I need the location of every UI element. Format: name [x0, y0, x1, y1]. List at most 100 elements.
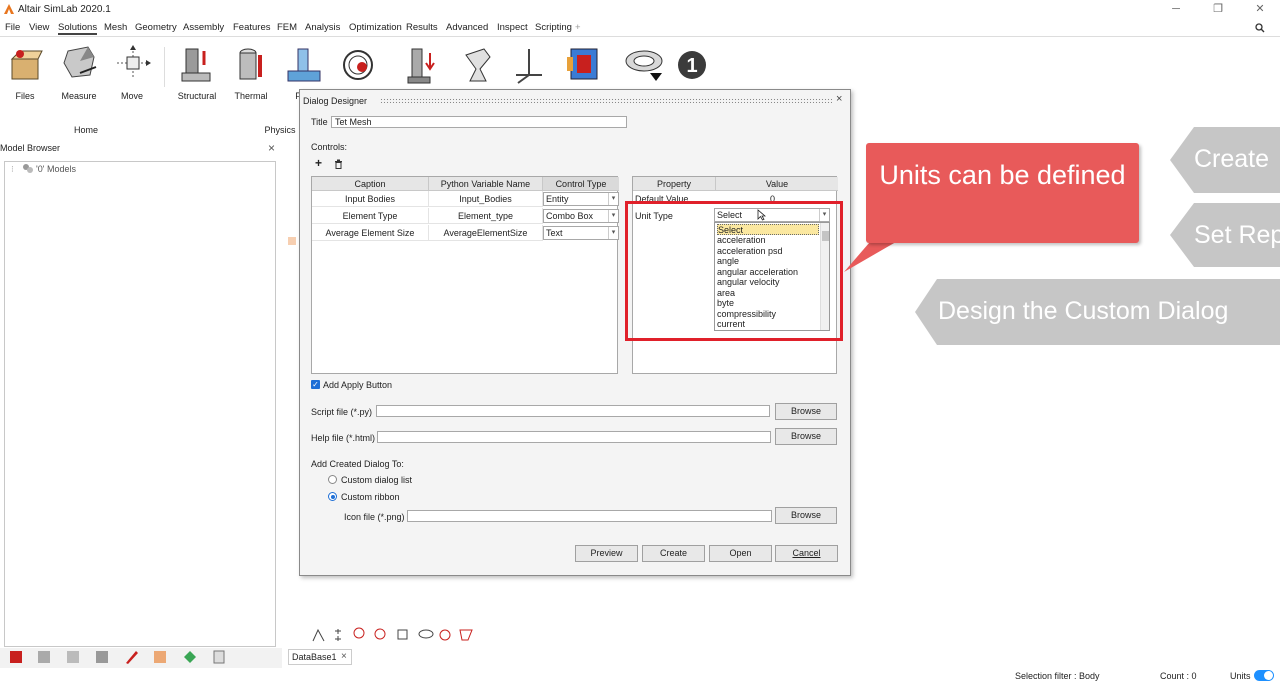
menu-fem[interactable]: FEM [277, 22, 297, 33]
icon-file-input[interactable] [407, 510, 772, 522]
restore-icon[interactable]: ❐ [1206, 2, 1230, 16]
constraint-icon[interactable] [458, 45, 496, 87]
add-control-icon[interactable]: + [315, 156, 322, 170]
title-input[interactable]: Tet Mesh [331, 116, 627, 128]
electromagnetic-icon[interactable] [340, 45, 376, 85]
slide-set-rep-text: Set Rep [1194, 221, 1280, 249]
chevron-down-icon[interactable]: ▾ [608, 227, 618, 239]
model-browser-title: Model Browser [0, 143, 61, 153]
col-caption[interactable]: Caption [312, 177, 429, 191]
col-control-type[interactable]: Control Type [543, 177, 619, 191]
menu-optimization[interactable]: Optimization [349, 22, 402, 33]
thermal-icon[interactable] [234, 45, 268, 85]
col-python-variable[interactable]: Python Variable Name [429, 177, 543, 191]
altair-logo-icon [4, 4, 14, 14]
icon-file-label: Icon file (*.png) [344, 512, 405, 522]
add-apply-checkbox[interactable]: ✓ [311, 380, 320, 389]
help-file-input[interactable] [377, 431, 771, 443]
dialog-title: Dialog Designer [303, 96, 368, 106]
controls-table[interactable]: Caption Python Variable Name Control Typ… [311, 176, 619, 374]
row3-type-value: Text [546, 228, 563, 238]
cancel-button[interactable]: Cancel [775, 545, 838, 562]
preview-button[interactable]: Preview [575, 545, 638, 562]
tab-database1[interactable]: DataBase1 × [288, 649, 352, 665]
radio-dialog-list[interactable] [328, 475, 337, 484]
status-bar: Selection filter : Body Count : 0 Units [0, 668, 1280, 685]
row1-type-value: Entity [546, 194, 569, 204]
tab-close-icon[interactable]: × [341, 651, 347, 662]
script-file-input[interactable] [376, 405, 770, 417]
row1-var[interactable]: Input_Bodies [429, 191, 543, 207]
help-browse-button[interactable]: Browse [775, 428, 837, 445]
chevron-down-icon[interactable]: ▾ [608, 193, 618, 205]
row3-caption[interactable]: Average Element Size [312, 225, 429, 241]
files-icon[interactable] [8, 45, 46, 83]
dialog-drag-handle[interactable] [380, 98, 832, 103]
minimize-icon[interactable]: ─ [1164, 2, 1188, 16]
connector-icon[interactable] [510, 45, 548, 87]
controls-label: Controls: [311, 142, 348, 152]
measure-icon[interactable] [60, 43, 100, 83]
col-property[interactable]: Property [633, 177, 716, 191]
tree-expander-icon[interactable]: ⁝ [11, 164, 14, 175]
menu-solutions[interactable]: Solutions [58, 22, 98, 35]
search-icon[interactable] [1255, 23, 1265, 33]
menu-advanced[interactable]: Advanced [446, 22, 488, 33]
browser-tabs [0, 648, 282, 668]
title-label: Title [311, 117, 328, 127]
row2-type-combo[interactable]: Combo Box ▾ [543, 209, 619, 223]
menu-add-tab[interactable]: + [575, 22, 581, 33]
selection-filter[interactable]: Selection filter : Body [1015, 671, 1100, 681]
radio-custom-ribbon[interactable] [328, 492, 337, 501]
model-tree[interactable]: ⁝ '0' Models [4, 161, 276, 647]
menu-features[interactable]: Features [233, 22, 271, 33]
model-browser-close-icon[interactable]: × [268, 141, 275, 155]
menu-assembly[interactable]: Assembly [183, 22, 224, 33]
menu-scripting[interactable]: Scripting [535, 22, 572, 33]
radio-custom-ribbon-label: Custom ribbon [341, 492, 400, 502]
row2-caption[interactable]: Element Type [312, 208, 429, 224]
number-one-icon[interactable]: 1 [676, 49, 708, 81]
move-icon[interactable] [113, 43, 153, 83]
toggle-knob [1264, 671, 1273, 680]
graphics-side-toolbar [288, 165, 298, 345]
row2-var[interactable]: Element_type [429, 208, 543, 224]
row1-caption[interactable]: Input Bodies [312, 191, 429, 207]
svg-text:1: 1 [686, 55, 697, 77]
script-browse-button[interactable]: Browse [775, 403, 837, 420]
ribbon-structural-label: Structural [177, 91, 217, 101]
menu-mesh[interactable]: Mesh [104, 22, 127, 33]
menu-view[interactable]: View [29, 22, 49, 33]
menu-analysis[interactable]: Analysis [305, 22, 340, 33]
browser-tab-icons[interactable] [0, 648, 240, 666]
structural-icon[interactable] [178, 45, 216, 85]
menu-inspect[interactable]: Inspect [497, 22, 528, 33]
graphics-toolbar [310, 626, 480, 644]
menu-file[interactable]: File [5, 22, 20, 33]
load-icon[interactable] [404, 45, 440, 87]
view-tools-icons[interactable] [310, 626, 480, 644]
open-button[interactable]: Open [709, 545, 772, 562]
add-created-label: Add Created Dialog To: [311, 459, 404, 469]
menu-results[interactable]: Results [406, 22, 438, 33]
row1-type-combo[interactable]: Entity ▾ [543, 192, 619, 206]
tree-root-models[interactable]: '0' Models [36, 164, 76, 174]
col-value[interactable]: Value [716, 177, 838, 191]
script-icon[interactable] [565, 43, 603, 85]
delete-control-icon[interactable] [334, 159, 343, 169]
dialog-designer-icon[interactable] [622, 45, 668, 85]
chevron-down-icon[interactable]: ▾ [608, 210, 618, 222]
menu-geometry[interactable]: Geometry [135, 22, 177, 33]
ribbon-move-label: Move [120, 91, 143, 101]
close-icon[interactable]: ✕ [1248, 2, 1272, 16]
icon-browse-button[interactable]: Browse [775, 507, 837, 524]
units-toggle[interactable] [1254, 670, 1274, 681]
window-title: Altair SimLab 2020.1 [18, 4, 111, 15]
ribbon-files-label: Files [15, 91, 35, 101]
row3-type-combo[interactable]: Text ▾ [543, 226, 619, 240]
dialog-close-icon[interactable]: × [836, 93, 842, 105]
callout-text: Units can be defined [879, 160, 1126, 190]
create-button[interactable]: Create [642, 545, 705, 562]
row3-var[interactable]: AverageElementSize [429, 225, 543, 241]
fluid-icon[interactable] [286, 45, 322, 85]
